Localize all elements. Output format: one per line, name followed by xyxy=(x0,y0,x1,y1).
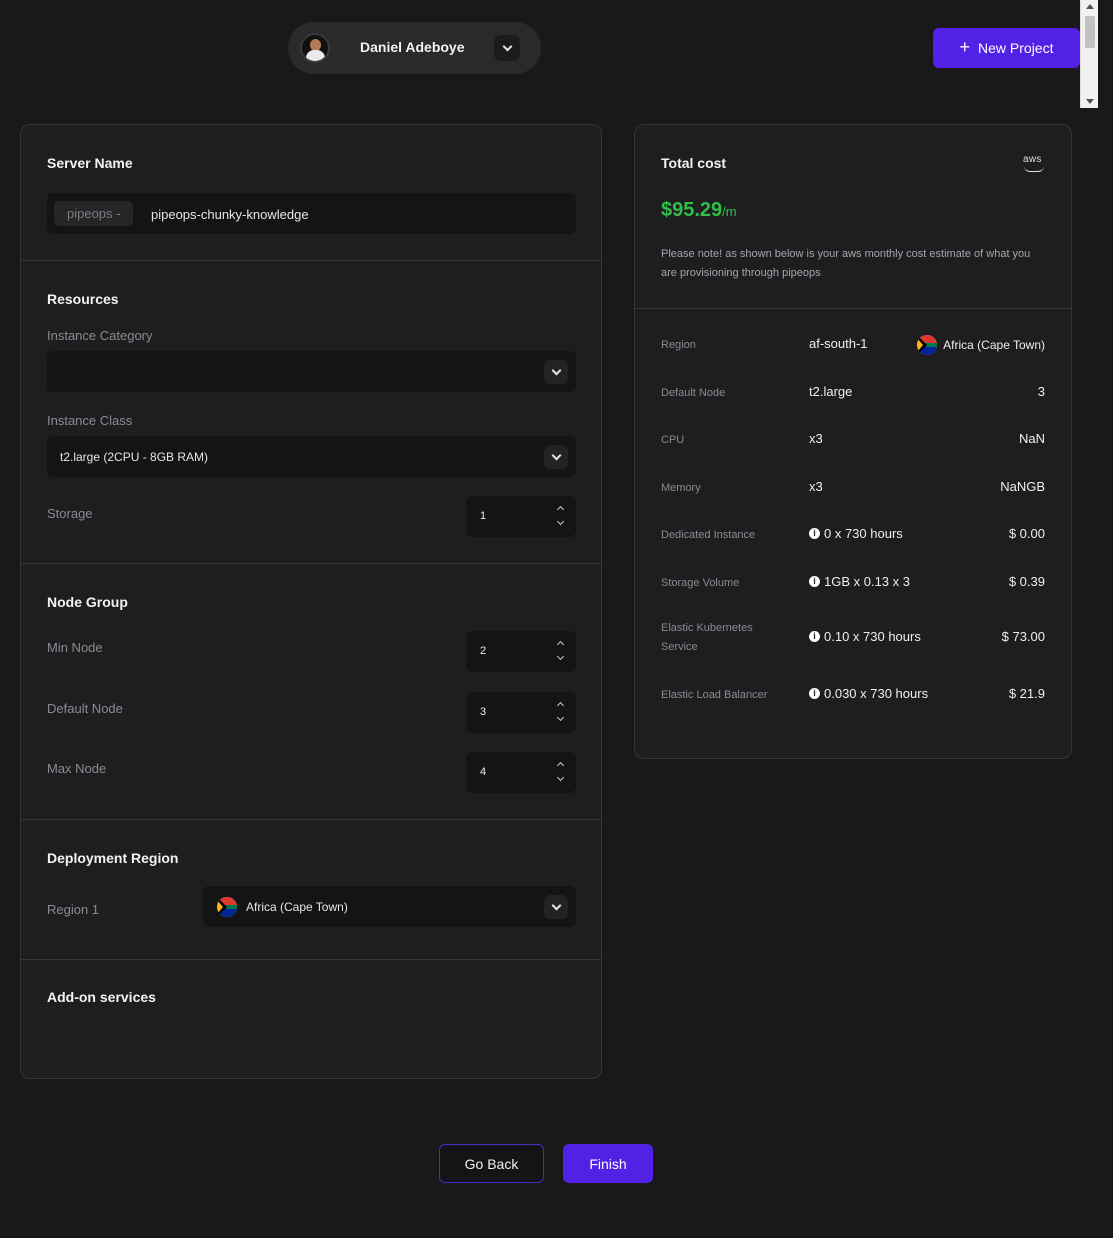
cost-note: Please note! as shown below is your aws … xyxy=(661,248,1031,279)
scroll-up-arrow-icon[interactable] xyxy=(1086,4,1094,9)
total-cost-title: Total cost xyxy=(661,155,727,171)
server-name-title: Server Name xyxy=(47,155,133,171)
region-value: Africa (Cape Town) xyxy=(246,900,348,914)
chevron-down-icon xyxy=(551,900,561,910)
instance-class-dropdown-button[interactable] xyxy=(544,445,568,469)
server-name-field[interactable]: pipeops - pipeops-chunky-knowledge xyxy=(47,193,576,234)
decrement-icon[interactable] xyxy=(556,773,565,782)
divider xyxy=(21,819,601,820)
cost-row-region: Region af-south-1 Africa (Cape Town) xyxy=(635,335,1071,375)
region-dropdown-button[interactable] xyxy=(544,895,568,919)
default-node-value[interactable]: 3 xyxy=(480,706,486,718)
new-project-button[interactable]: + New Project xyxy=(933,28,1080,68)
divider xyxy=(21,959,601,960)
instance-category-label: Instance Category xyxy=(47,328,153,343)
instance-class-label: Instance Class xyxy=(47,413,133,428)
instance-class-select[interactable]: t2.large (2CPU - 8GB RAM) xyxy=(47,436,576,477)
decrement-icon[interactable] xyxy=(556,517,565,526)
info-icon[interactable]: i xyxy=(809,576,820,587)
scroll-down-arrow-icon[interactable] xyxy=(1086,99,1094,104)
increment-icon[interactable] xyxy=(556,505,565,514)
storage-value[interactable]: 1 xyxy=(480,510,486,522)
server-config-panel: Server Name pipeops - pipeops-chunky-kno… xyxy=(20,124,602,1079)
max-node-value[interactable]: 4 xyxy=(480,766,486,778)
server-name-prefix: pipeops - xyxy=(54,201,134,226)
aws-icon: aws xyxy=(1023,155,1047,173)
max-node-label: Max Node xyxy=(47,761,107,776)
instance-class-value: t2.large (2CPU - 8GB RAM) xyxy=(60,450,209,464)
min-node-label: Min Node xyxy=(47,640,103,655)
divider xyxy=(635,308,1071,309)
chevron-down-icon xyxy=(551,365,561,375)
server-name-input[interactable]: pipeops-chunky-knowledge xyxy=(151,207,309,222)
cost-row-eks: Elastic Kubernetes Service i 0.10 x 730 h… xyxy=(661,622,1045,653)
cost-summary-panel: Total cost aws $95.29/m Please note! as … xyxy=(634,124,1072,759)
node-group-title: Node Group xyxy=(47,594,128,610)
divider xyxy=(21,563,601,564)
user-name: Daniel Adeboye xyxy=(360,39,465,55)
total-price: $95.29/m xyxy=(661,199,737,221)
info-icon[interactable]: i xyxy=(809,688,820,699)
new-project-label: New Project xyxy=(978,40,1054,56)
storage-label: Storage xyxy=(47,506,93,521)
increment-icon[interactable] xyxy=(556,701,565,710)
go-back-button[interactable]: Go Back xyxy=(439,1144,544,1183)
min-node-stepper[interactable]: 2 xyxy=(466,631,576,672)
chevron-down-icon xyxy=(502,41,512,51)
account-switcher[interactable]: Daniel Adeboye xyxy=(288,22,541,74)
account-dropdown-button[interactable] xyxy=(494,35,520,61)
instance-category-select[interactable] xyxy=(47,351,576,392)
default-node-stepper[interactable]: 3 xyxy=(466,692,576,733)
max-node-stepper[interactable]: 4 xyxy=(466,752,576,793)
info-icon[interactable]: i xyxy=(809,528,820,539)
chevron-down-icon xyxy=(551,450,561,460)
info-icon[interactable]: i xyxy=(809,631,820,642)
avatar xyxy=(300,33,330,63)
increment-icon[interactable] xyxy=(556,640,565,649)
cost-row-cpu: CPU x3 NaN xyxy=(661,431,1045,446)
cost-row-storage-volume: Storage Volume i 1GB x 0.13 x 3 $ 0.39 xyxy=(661,574,1045,589)
cost-row-elb: Elastic Load Balancer i 0.030 x 730 hours… xyxy=(661,686,1045,701)
decrement-icon[interactable] xyxy=(556,652,565,661)
south-africa-flag-icon xyxy=(217,897,237,917)
cost-row-dedicated-instance: Dedicated Instance i0 x 730 hours $ 0.00 xyxy=(661,526,1045,541)
resources-title: Resources xyxy=(47,291,119,307)
scrollbar-thumb[interactable] xyxy=(1085,16,1095,48)
cost-row-default-node: Default Node t2.large 3 xyxy=(661,384,1045,399)
addon-services-title: Add-on services xyxy=(47,989,156,1005)
finish-button[interactable]: Finish xyxy=(563,1144,653,1183)
divider xyxy=(21,260,601,261)
instance-category-dropdown-button[interactable] xyxy=(544,360,568,384)
deployment-region-title: Deployment Region xyxy=(47,850,179,866)
page-scrollbar[interactable] xyxy=(1080,0,1098,108)
plus-icon: + xyxy=(959,37,971,57)
decrement-icon[interactable] xyxy=(556,713,565,722)
storage-stepper[interactable]: 1 xyxy=(466,496,576,537)
cost-row-memory: Memory x3 NaNGB xyxy=(661,479,1045,494)
south-africa-flag-icon xyxy=(917,335,938,355)
min-node-value[interactable]: 2 xyxy=(480,645,486,657)
increment-icon[interactable] xyxy=(556,761,565,770)
region-1-label: Region 1 xyxy=(47,902,100,917)
default-node-label: Default Node xyxy=(47,701,123,716)
region-select[interactable]: Africa (Cape Town) xyxy=(203,886,576,927)
